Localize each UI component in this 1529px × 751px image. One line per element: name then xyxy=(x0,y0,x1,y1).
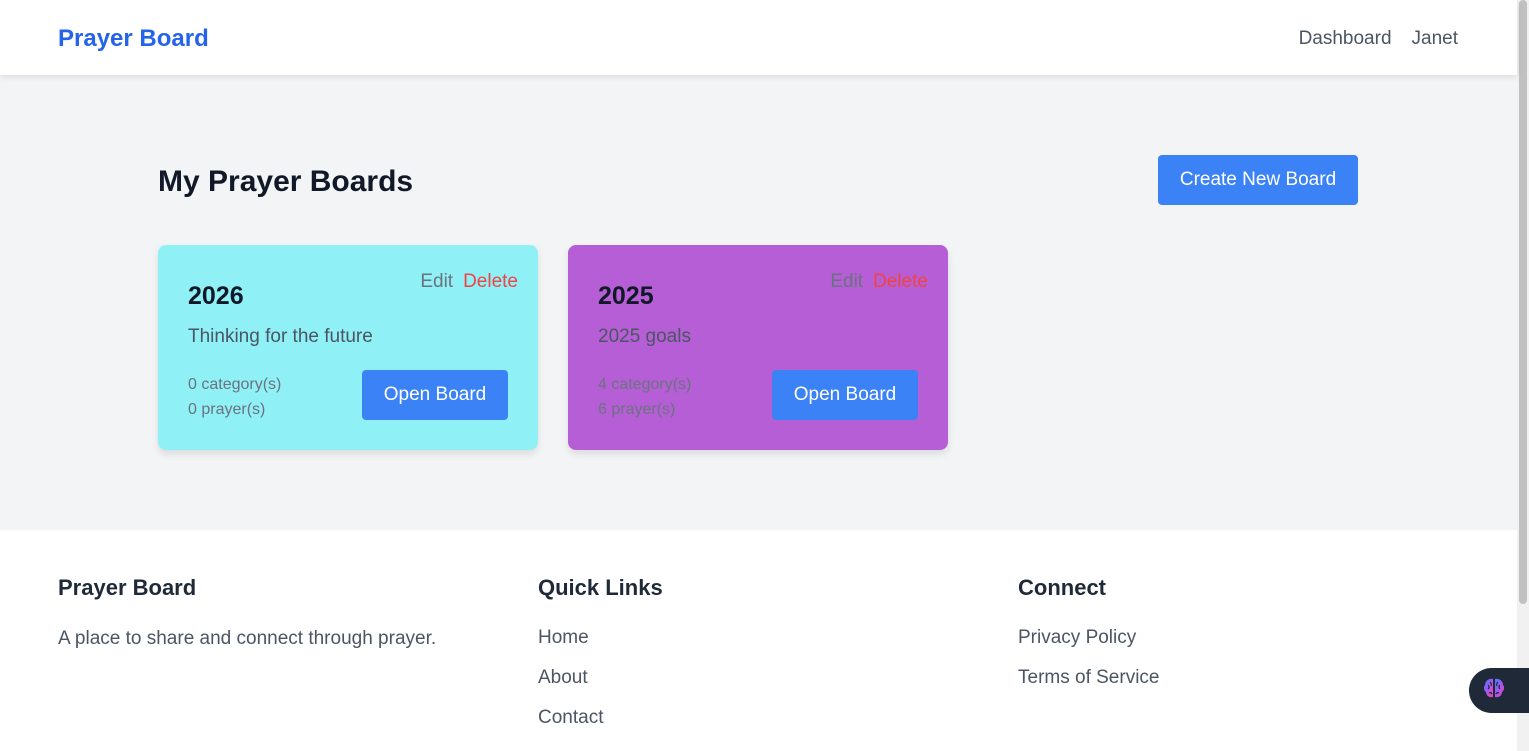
category-count: 0 category(s) xyxy=(188,376,282,393)
board-title: 2025 xyxy=(598,282,654,310)
footer-about-heading: Prayer Board xyxy=(58,575,197,600)
quick-links-list: Home About Contact xyxy=(538,626,663,730)
prayer-count: 6 prayer(s) xyxy=(598,401,676,418)
nav-user-menu[interactable]: Janet xyxy=(1412,27,1458,51)
scrollbar-thumb[interactable] xyxy=(1519,0,1527,604)
edit-board-link[interactable]: Edit xyxy=(830,270,863,294)
page-scrollbar[interactable] xyxy=(1517,0,1529,751)
footer-connect-heading: Connect xyxy=(1018,575,1106,600)
board-card: Edit Delete 2026 Thinking for the future… xyxy=(158,245,538,450)
nav-links: Dashboard Janet xyxy=(1299,27,1458,51)
footer-quick-links: Quick Links Home About Contact xyxy=(538,574,663,746)
board-description: Thinking for the future xyxy=(188,326,373,347)
delete-board-link[interactable]: Delete xyxy=(873,270,928,294)
board-stats: 0 category(s) 0 prayer(s) xyxy=(188,372,281,422)
brain-icon xyxy=(1481,675,1507,706)
connect-links-list: Privacy Policy Terms of Service xyxy=(1018,626,1159,690)
board-stats: 4 category(s) 6 prayer(s) xyxy=(598,372,691,422)
open-board-button[interactable]: Open Board xyxy=(772,370,918,420)
footer-link-contact[interactable]: Contact xyxy=(538,706,663,730)
footer-connect: Connect Privacy Policy Terms of Service xyxy=(1018,574,1159,706)
footer-about: Prayer Board A place to share and connec… xyxy=(58,574,436,651)
card-actions: Edit Delete xyxy=(420,270,518,294)
footer-link-terms[interactable]: Terms of Service xyxy=(1018,666,1159,690)
footer-link-home[interactable]: Home xyxy=(538,626,663,650)
site-footer: Prayer Board A place to share and connec… xyxy=(0,530,1517,751)
brand-logo-link[interactable]: Prayer Board xyxy=(58,24,209,54)
footer-tagline: A place to share and connect through pra… xyxy=(58,628,437,649)
page-title: My Prayer Boards xyxy=(158,165,414,198)
footer-link-privacy[interactable]: Privacy Policy xyxy=(1018,626,1159,650)
footer-link-about[interactable]: About xyxy=(538,666,663,690)
board-card: Edit Delete 2025 2025 goals 4 category(s… xyxy=(568,245,948,450)
open-board-button[interactable]: Open Board xyxy=(362,370,508,420)
edit-board-link[interactable]: Edit xyxy=(420,270,453,294)
category-count: 4 category(s) xyxy=(598,376,692,393)
create-new-board-button[interactable]: Create New Board xyxy=(1158,155,1358,205)
main-content: My Prayer Boards Create New Board Edit D… xyxy=(0,75,1517,530)
board-description: 2025 goals xyxy=(598,326,691,347)
top-navbar: Prayer Board Dashboard Janet xyxy=(0,0,1517,75)
board-title: 2026 xyxy=(188,282,244,310)
card-actions: Edit Delete xyxy=(830,270,928,294)
assistant-button[interactable] xyxy=(1469,668,1529,713)
footer-quick-links-heading: Quick Links xyxy=(538,575,663,600)
delete-board-link[interactable]: Delete xyxy=(463,270,518,294)
nav-dashboard-link[interactable]: Dashboard xyxy=(1299,27,1392,51)
prayer-count: 0 prayer(s) xyxy=(188,401,266,418)
